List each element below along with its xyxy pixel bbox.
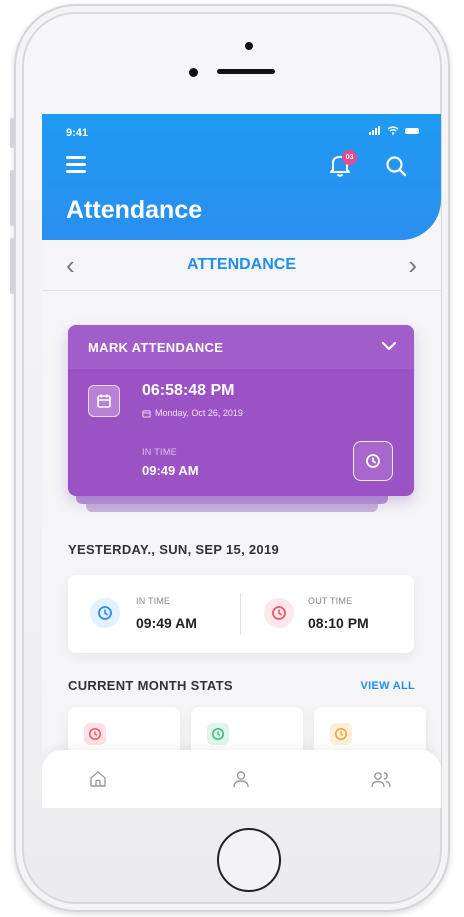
yesterday-out-value: 08:10 PM xyxy=(308,615,369,631)
chevron-right-icon[interactable]: › xyxy=(408,252,417,278)
status-time: 9:41 xyxy=(66,127,89,139)
mark-attendance-header[interactable]: MARK ATTENDANCE xyxy=(68,325,414,369)
app-header: 9:41 03 Attendance xyxy=(42,114,441,240)
home-icon[interactable] xyxy=(87,768,109,790)
small-calendar-icon xyxy=(142,409,151,418)
front-camera xyxy=(189,68,198,77)
mark-attendance-title: MARK ATTENDANCE xyxy=(88,340,224,355)
home-button[interactable] xyxy=(217,828,281,892)
top-sensor xyxy=(245,42,253,50)
view-all-link[interactable]: VIEW ALL xyxy=(360,680,415,692)
clock-icon xyxy=(366,454,380,468)
clock-icon xyxy=(84,723,106,745)
in-time-clock-icon xyxy=(90,598,120,628)
current-date: Monday, Oct 26, 2019 xyxy=(142,408,243,418)
current-date-text: Monday, Oct 26, 2019 xyxy=(155,408,243,418)
yesterday-card: IN TIME 09:49 AM OUT TIME 08:10 PM xyxy=(68,575,414,653)
out-time-clock-icon xyxy=(264,598,294,628)
divider xyxy=(240,593,241,635)
bottom-tab-bar xyxy=(42,750,441,808)
yesterday-in-label: IN TIME xyxy=(136,596,171,606)
mark-attendance-card: MARK ATTENDANCE 06:58:48 PM Monday, Oct … xyxy=(68,325,414,496)
battery-icon xyxy=(405,127,419,134)
date-navigator: ‹ ATTENDANCE › xyxy=(42,244,441,290)
app-screen: 9:41 03 Attendance ‹ ATTENDANCE › MARK A… xyxy=(42,114,441,808)
punch-clock-button[interactable] xyxy=(353,441,393,481)
menu-icon[interactable] xyxy=(66,156,86,177)
yesterday-out-label: OUT TIME xyxy=(308,596,353,606)
status-icons xyxy=(369,126,419,135)
in-time-value: 09:49 AM xyxy=(142,463,199,478)
section-title: ATTENDANCE xyxy=(186,256,297,273)
clock-icon xyxy=(330,723,352,745)
stats-title: CURRENT MONTH STATS xyxy=(68,678,233,693)
current-time: 06:58:48 PM xyxy=(142,382,235,399)
page-title: Attendance xyxy=(66,196,203,224)
yesterday-title: YESTERDAY., SUN, SEP 15, 2019 xyxy=(68,542,280,557)
wifi-icon xyxy=(387,126,399,135)
mute-switch xyxy=(10,118,15,148)
divider xyxy=(42,290,441,291)
volume-down-button xyxy=(10,238,15,294)
volume-up-button xyxy=(10,170,15,226)
users-icon[interactable] xyxy=(370,768,392,790)
clock-icon xyxy=(207,723,229,745)
calendar-icon xyxy=(88,385,120,417)
signal-icon xyxy=(369,126,380,135)
in-time-label: IN TIME xyxy=(142,447,177,457)
search-icon[interactable] xyxy=(385,155,407,177)
earpiece-speaker xyxy=(217,69,275,74)
chevron-down-icon[interactable] xyxy=(380,337,398,355)
yesterday-in-value: 09:49 AM xyxy=(136,615,197,631)
user-icon[interactable] xyxy=(230,768,252,790)
notification-badge: 03 xyxy=(342,150,357,165)
